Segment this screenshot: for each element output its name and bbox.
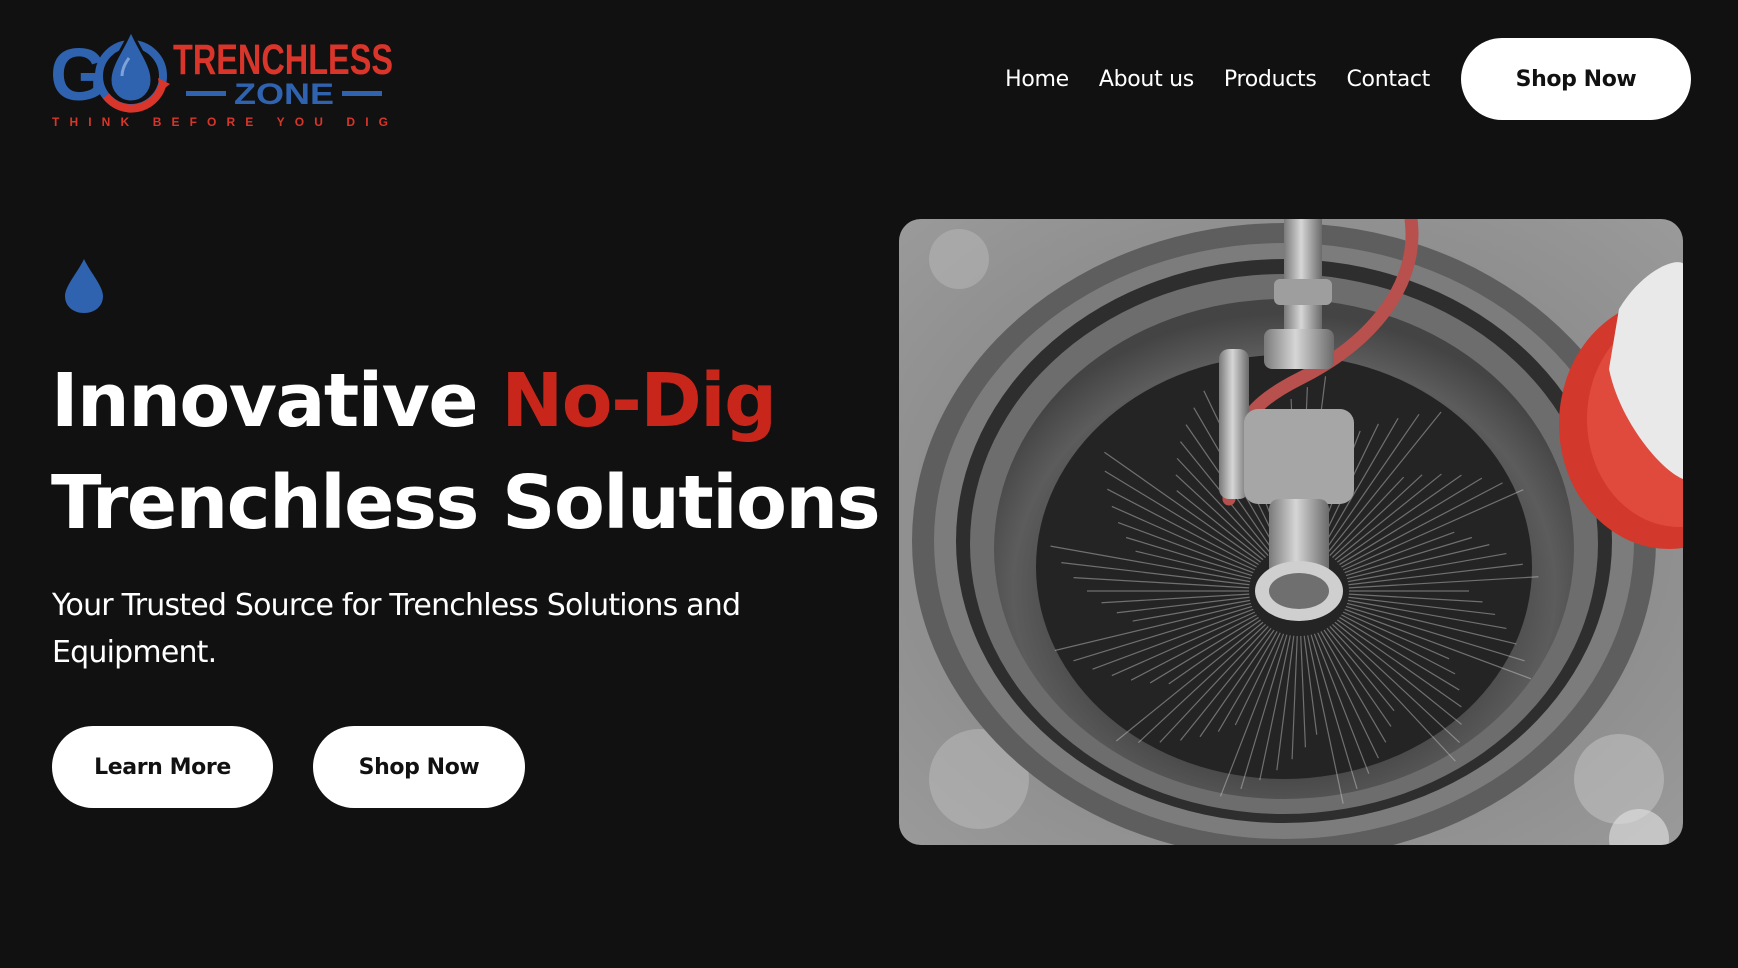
water-drop-icon (63, 258, 105, 314)
headline-accent: No-Dig (501, 358, 777, 444)
main-navigation: Home About us Products Contact Shop Now (1005, 38, 1691, 120)
hero-headline: Innovative No-Dig Trenchless Solutions (51, 350, 881, 554)
nav-link-contact[interactable]: Contact (1347, 67, 1431, 92)
logo-word-zone: ZONE (234, 78, 334, 111)
logo-tagline: THINK BEFORE YOU DIG (52, 115, 388, 129)
header-shop-now-button[interactable]: Shop Now (1461, 38, 1691, 120)
hero-actions: Learn More Shop Now (52, 726, 525, 808)
hero-subtitle: Your Trusted Source for Trenchless Solut… (52, 588, 741, 670)
nav-link-home[interactable]: Home (1005, 67, 1069, 92)
nav-link-about-us[interactable]: About us (1099, 67, 1194, 92)
headline-text: Innovative (51, 358, 502, 444)
logo-mark: G TRENCHLESS ZONE THINK BEFORE YOU DIG (50, 28, 393, 129)
brand-logo[interactable]: G TRENCHLESS ZONE THINK BEFORE YOU DIG (50, 28, 395, 132)
manhole-jetting-illustration (899, 219, 1683, 845)
headline-line2: Trenchless Solutions (51, 460, 881, 546)
nav-link-products[interactable]: Products (1224, 67, 1317, 92)
learn-more-button[interactable]: Learn More (52, 726, 273, 808)
logo-word-trenchless: TRENCHLESS (173, 36, 393, 84)
hero-shop-now-button[interactable]: Shop Now (313, 726, 525, 808)
hero-image (899, 219, 1683, 845)
